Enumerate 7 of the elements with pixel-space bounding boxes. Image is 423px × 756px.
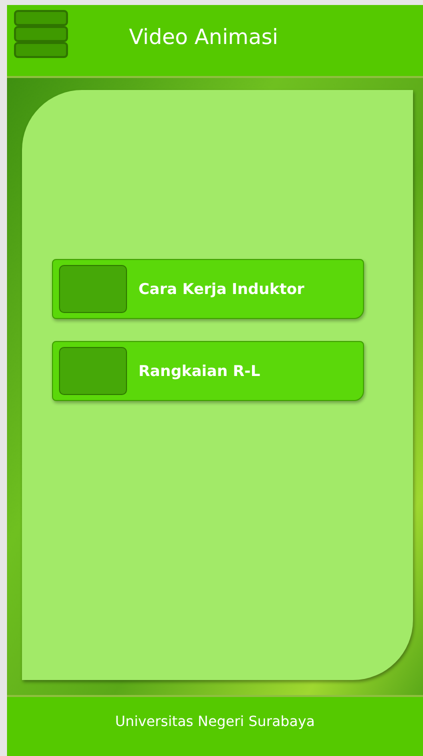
menu-icon[interactable]	[13, 8, 69, 58]
footer-text: Universitas Negeri Surabaya	[115, 714, 315, 730]
header-title: Video Animasi	[129, 24, 278, 48]
button-square-icon	[58, 265, 126, 313]
menu-button[interactable]: Rangkaian R-L	[52, 341, 364, 401]
menu-button[interactable]: Cara Kerja Induktor	[52, 259, 364, 319]
button-square-icon	[58, 347, 126, 395]
